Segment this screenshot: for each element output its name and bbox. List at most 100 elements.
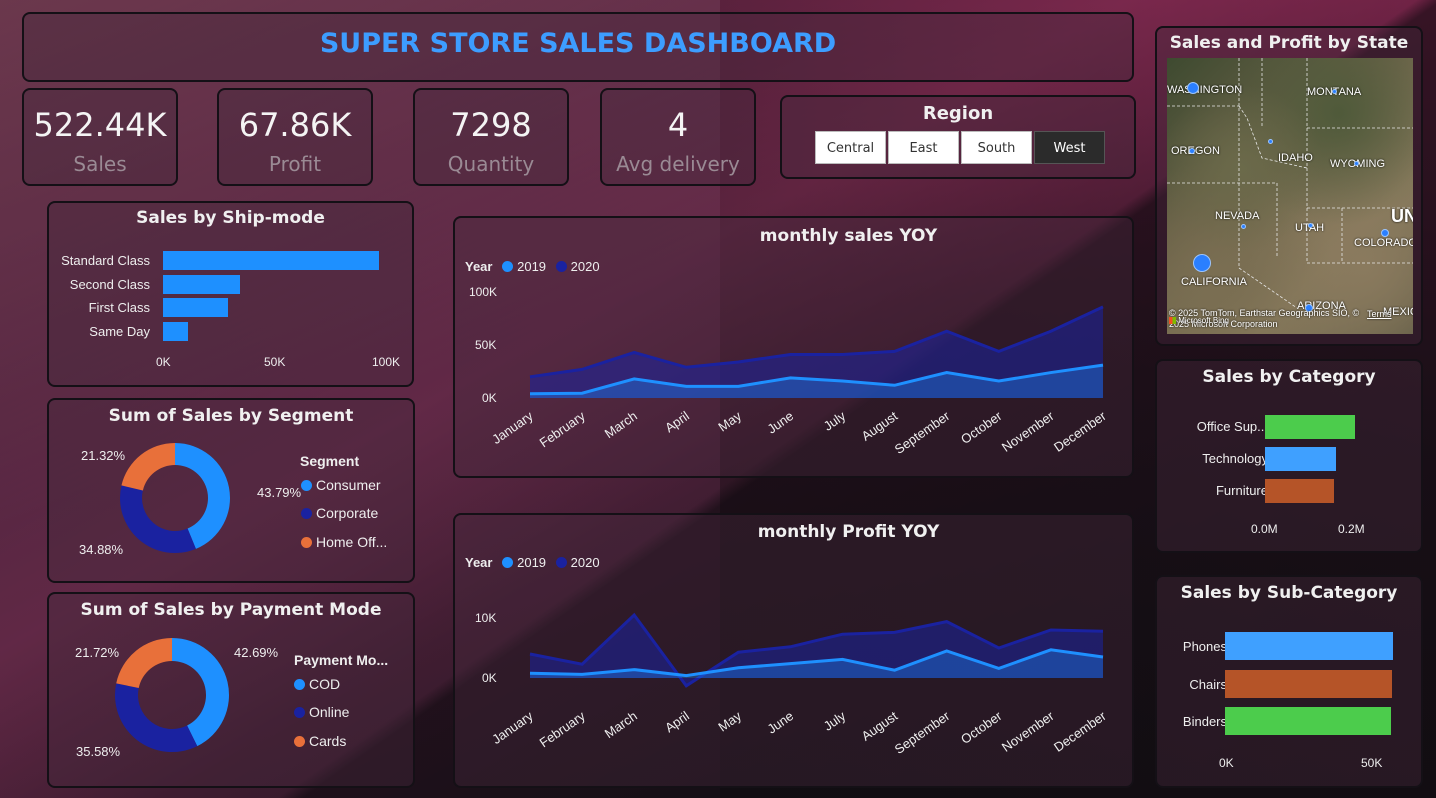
donut-slice-corporate[interactable] — [120, 485, 196, 553]
map-bubble-idaho[interactable] — [1268, 139, 1273, 144]
payment-legend-cards[interactable]: Cards — [294, 733, 346, 749]
sales-yoy-chart: monthly sales YOY Year 2019 2020 100K 50… — [453, 216, 1134, 478]
month-label-may: May — [715, 708, 744, 735]
ship-mode-bar-2[interactable] — [163, 298, 229, 317]
category-tick-0: 0.0M — [1251, 522, 1278, 536]
month-label-december: December — [1051, 708, 1109, 755]
month-label-may: May — [715, 408, 744, 435]
subcategory-tick-0: 0K — [1219, 756, 1234, 770]
payment-legend-cod-label: COD — [309, 676, 341, 692]
state-map-card: Sales and Profit by State WASHINGTON MON… — [1155, 26, 1423, 346]
region-slicer-title: Region — [922, 103, 994, 124]
region-option-central[interactable]: Central — [815, 131, 886, 164]
month-label-august: August — [859, 708, 901, 744]
category-bar-1[interactable] — [1265, 447, 1337, 471]
kpi-sales-label: Sales — [73, 152, 127, 176]
map-terms-link[interactable]: Terms — [1367, 309, 1392, 319]
payment-legend-cards-label: Cards — [309, 733, 347, 749]
month-label-march: March — [602, 708, 640, 741]
region-slicer: Region Central East South West — [780, 95, 1136, 179]
month-label-july: July — [821, 408, 849, 434]
category-bar-0[interactable] — [1265, 415, 1355, 439]
payment-legend-cod[interactable]: COD — [294, 676, 340, 692]
subcategory-cat-1: Chairs — [1189, 677, 1227, 692]
payment-chart: Sum of Sales by Payment Mode 21.72% 42.6… — [47, 592, 415, 788]
map-label-idaho: IDAHO — [1278, 152, 1313, 164]
donut-slice-cards[interactable] — [116, 638, 172, 689]
kpi-profit-value: 67.86K — [238, 106, 352, 144]
month-label-february: February — [537, 408, 589, 450]
ship-mode-cat-1: Second Class — [69, 277, 150, 292]
map-bubble-washington[interactable] — [1187, 82, 1199, 94]
profit-yoy-plot[interactable]: January February March April May June July Augu… — [455, 515, 1134, 788]
region-option-south[interactable]: South — [961, 131, 1032, 164]
category-title: Sales by Category — [1202, 367, 1376, 387]
region-option-west[interactable]: West — [1034, 131, 1105, 164]
month-label-april: April — [662, 708, 692, 735]
kpi-quantity-label: Quantity — [447, 152, 535, 176]
subcategory-bar-1[interactable] — [1225, 670, 1392, 698]
map-label-oregon: OREGON — [1171, 145, 1220, 157]
segment-title: Sum of Sales by Segment — [108, 406, 354, 426]
donut-slice-home-off-[interactable] — [121, 443, 175, 491]
donut-slice-online[interactable] — [115, 683, 198, 752]
map-bubble-wyoming[interactable] — [1354, 161, 1359, 166]
map-bubble-california[interactable] — [1193, 254, 1211, 272]
state-borders — [1167, 58, 1413, 309]
kpi-profit-card: 67.86K Profit — [217, 88, 373, 186]
category-bar-2[interactable] — [1265, 479, 1334, 503]
segment-legend-corporate[interactable]: Corporate — [301, 505, 378, 521]
subcategory-cat-2: Binders — [1182, 714, 1227, 729]
ship-mode-cat-2: First Class — [88, 300, 150, 315]
region-option-east[interactable]: East — [888, 131, 959, 164]
subcategory-chart: Sales by Sub-Category Phones Chairs Bind… — [1155, 575, 1423, 788]
segment-legend-consumer-label: Consumer — [316, 477, 381, 493]
map-bubble-colorado[interactable] — [1381, 229, 1389, 237]
ship-mode-bar-3[interactable] — [163, 322, 188, 341]
map-bubble-montana[interactable] — [1332, 89, 1337, 94]
category-cat-1: Technology — [1202, 451, 1268, 466]
month-label-april: April — [662, 408, 692, 435]
segment-legend-consumer[interactable]: Consumer — [301, 477, 381, 493]
ship-mode-bar-1[interactable] — [163, 275, 240, 294]
category-cat-0: Office Sup... — [1196, 419, 1268, 434]
state-map[interactable]: WASHINGTON MONTANA OREGON IDAHO WYOMING … — [1167, 58, 1413, 334]
subcategory-title: Sales by Sub-Category — [1180, 583, 1398, 603]
map-label-colorado: COLORADO — [1354, 237, 1413, 249]
dashboard-title: SUPER STORE SALES DASHBOARD — [319, 28, 837, 59]
segment-legend-title: Segment — [300, 453, 360, 469]
payment-pct-cod: 42.69% — [234, 645, 279, 660]
legend-dot-online — [294, 707, 305, 718]
payment-donut[interactable] — [115, 638, 239, 762]
profit-yoy-chart: monthly Profit YOY Year 2019 2020 10K 0K… — [453, 513, 1134, 788]
microsoft-logo-icon — [1169, 317, 1176, 324]
month-label-october: October — [958, 708, 1005, 747]
ship-mode-title: Sales by Ship-mode — [136, 208, 325, 228]
kpi-sales-card: 522.44K Sales — [22, 88, 178, 186]
kpi-quantity-value: 7298 — [450, 106, 532, 144]
map-bubble-utah[interactable] — [1308, 223, 1313, 228]
legend-dot-cod — [294, 679, 305, 690]
map-bubble-nevada[interactable] — [1241, 224, 1246, 229]
month-label-november: November — [999, 408, 1057, 455]
segment-legend-home-label: Home Off... — [316, 534, 388, 550]
sales-yoy-plot[interactable]: January February March April May June July Augu… — [455, 218, 1134, 478]
ship-mode-cat-3: Same Day — [89, 324, 150, 339]
month-label-september: September — [892, 408, 953, 457]
map-bubble-oregon[interactable] — [1189, 148, 1195, 154]
month-label-july: July — [821, 708, 849, 734]
segment-pct-corporate: 34.88% — [79, 542, 124, 557]
payment-legend-online[interactable]: Online — [294, 704, 349, 720]
kpi-sales-value: 522.44K — [33, 106, 167, 144]
subcategory-bar-2[interactable] — [1225, 707, 1391, 735]
payment-pct-online: 35.58% — [76, 744, 121, 759]
payment-legend-online-label: Online — [309, 704, 350, 720]
segment-legend-home[interactable]: Home Off... — [301, 534, 387, 550]
segment-donut[interactable] — [120, 443, 240, 563]
payment-title: Sum of Sales by Payment Mode — [80, 600, 382, 620]
legend-dot-home — [301, 537, 312, 548]
ship-mode-bar-0[interactable] — [163, 251, 379, 270]
month-label-september: September — [892, 708, 953, 757]
month-label-january: January — [489, 708, 536, 747]
subcategory-bar-0[interactable] — [1225, 632, 1393, 660]
